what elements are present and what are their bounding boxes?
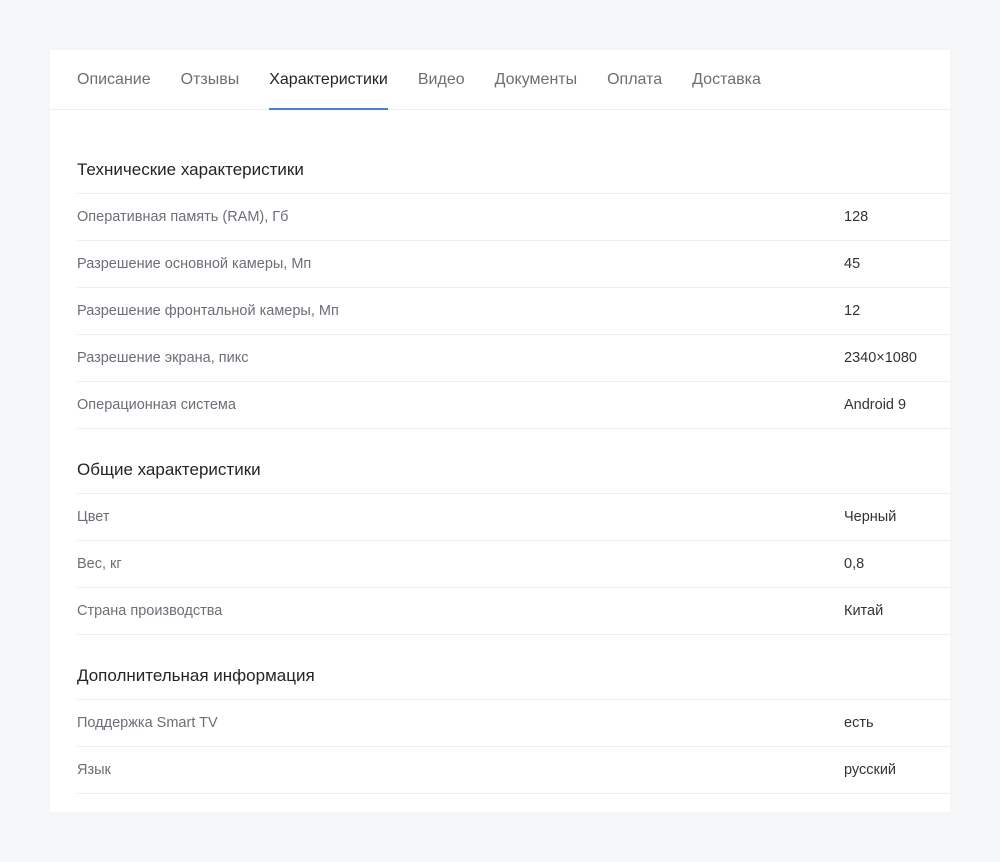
spec-row: Страна производства Китай bbox=[77, 588, 950, 635]
spec-value: русский bbox=[844, 762, 897, 778]
spec-value: Китай bbox=[844, 603, 884, 619]
spec-value: Android 9 bbox=[844, 397, 907, 413]
tab-specifications[interactable]: Характеристики bbox=[269, 50, 388, 110]
tab-reviews[interactable]: Отзывы bbox=[181, 50, 240, 109]
spec-row: Разрешение фронтальной камеры, Мп 12 bbox=[77, 288, 950, 335]
section-title-general: Общие характеристики bbox=[77, 429, 950, 494]
spec-label: Цвет bbox=[77, 509, 110, 525]
product-details-card: Описание Отзывы Характеристики Видео Док… bbox=[50, 50, 950, 812]
spec-row: Поддержка Smart TV есть bbox=[77, 700, 950, 747]
spec-label: Вес, кг bbox=[77, 556, 122, 572]
spec-value: 2340×1080 bbox=[844, 350, 917, 366]
spec-value: 45 bbox=[844, 256, 861, 272]
spec-value: Черный bbox=[844, 509, 897, 525]
spec-label: Страна производства bbox=[77, 603, 223, 619]
spec-value: 12 bbox=[844, 303, 861, 319]
spec-row: Цвет Черный bbox=[77, 494, 950, 541]
spec-label: Разрешение фронтальной камеры, Мп bbox=[77, 303, 339, 319]
spec-row: Разрешение экрана, пикс 2340×1080 bbox=[77, 335, 950, 382]
spec-value: есть bbox=[844, 715, 874, 731]
spec-label: Разрешение экрана, пикс bbox=[77, 350, 249, 366]
spec-label: Операционная система bbox=[77, 397, 236, 413]
tab-video[interactable]: Видео bbox=[418, 50, 465, 109]
tab-payment[interactable]: Оплата bbox=[607, 50, 662, 109]
product-tabs: Описание Отзывы Характеристики Видео Док… bbox=[50, 50, 950, 110]
spec-row: Язык русский bbox=[77, 747, 950, 794]
spec-label: Поддержка Smart TV bbox=[77, 715, 218, 731]
spec-label: Оперативная память (RAM), Гб bbox=[77, 209, 289, 225]
spec-row: Вес, кг 0,8 bbox=[77, 541, 950, 588]
tab-description[interactable]: Описание bbox=[77, 50, 151, 109]
section-title-additional: Дополнительная информация bbox=[77, 635, 950, 700]
spec-row: Разрешение основной камеры, Мп 45 bbox=[77, 241, 950, 288]
spec-label: Разрешение основной камеры, Мп bbox=[77, 256, 312, 272]
tab-delivery[interactable]: Доставка bbox=[692, 50, 761, 109]
spec-row: Оперативная память (RAM), Гб 128 bbox=[77, 194, 950, 241]
spec-value: 128 bbox=[844, 209, 869, 225]
section-title-technical: Технические характеристики bbox=[77, 110, 950, 194]
tab-documents[interactable]: Документы bbox=[495, 50, 577, 109]
specifications-list: Технические характеристики Оперативная п… bbox=[77, 110, 950, 794]
spec-value: 0,8 bbox=[844, 556, 865, 572]
spec-label: Язык bbox=[77, 762, 111, 778]
spec-row: Операционная система Android 9 bbox=[77, 382, 950, 429]
